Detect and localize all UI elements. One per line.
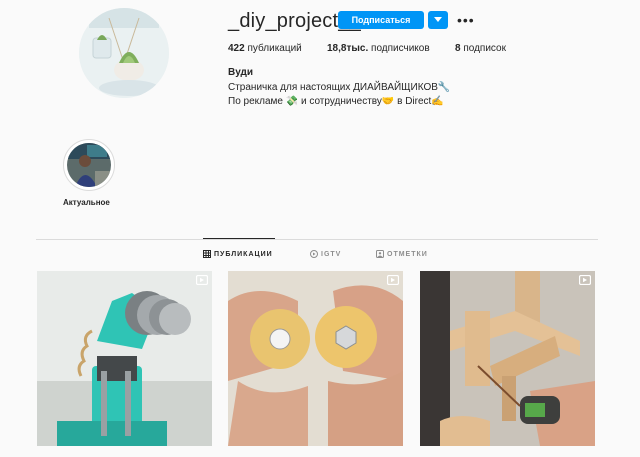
- profile-stats: 422 публикаций 18,8тыс. подписчиков 8 по…: [228, 43, 506, 54]
- tag-icon: [376, 250, 384, 258]
- video-icon: [387, 275, 399, 285]
- post-thumbnail[interactable]: [37, 271, 212, 446]
- highlight-label: Актуальное: [63, 198, 110, 207]
- more-options-icon[interactable]: •••: [457, 12, 475, 28]
- tab-posts[interactable]: ПУБЛИКАЦИИ: [203, 250, 273, 258]
- stat-followers[interactable]: 18,8тыс. подписчиков: [327, 43, 455, 54]
- bio-line: По рекламе 💸 и сотрудничеству🤝 в Direct✍: [228, 96, 444, 107]
- post-thumbnail[interactable]: [420, 271, 595, 446]
- follow-button[interactable]: Подписаться: [338, 11, 424, 29]
- video-icon: [196, 275, 208, 285]
- profile-avatar[interactable]: [79, 8, 169, 98]
- video-icon: [579, 275, 591, 285]
- tabs-divider: [36, 239, 598, 240]
- active-tab-indicator: [203, 238, 275, 239]
- stat-following[interactable]: 8 подписок: [455, 43, 506, 54]
- chevron-down-icon: [434, 17, 442, 22]
- highlight-thumbnail: [67, 143, 111, 187]
- tab-tagged[interactable]: ОТМЕТКИ: [376, 250, 428, 258]
- tab-igtv[interactable]: IGTV: [310, 250, 341, 258]
- post-thumbnail[interactable]: [228, 271, 403, 446]
- grid-icon: [203, 250, 211, 258]
- highlight-story[interactable]: [63, 139, 115, 191]
- bio-line: Страничка для настоящих ДИАЙВАЙЩИКОВ🔧: [228, 82, 451, 93]
- profile-full-name: Вуди: [228, 67, 254, 78]
- igtv-icon: [310, 250, 318, 258]
- suggestions-dropdown-button[interactable]: [428, 11, 448, 29]
- stat-posts[interactable]: 422 публикаций: [228, 43, 327, 54]
